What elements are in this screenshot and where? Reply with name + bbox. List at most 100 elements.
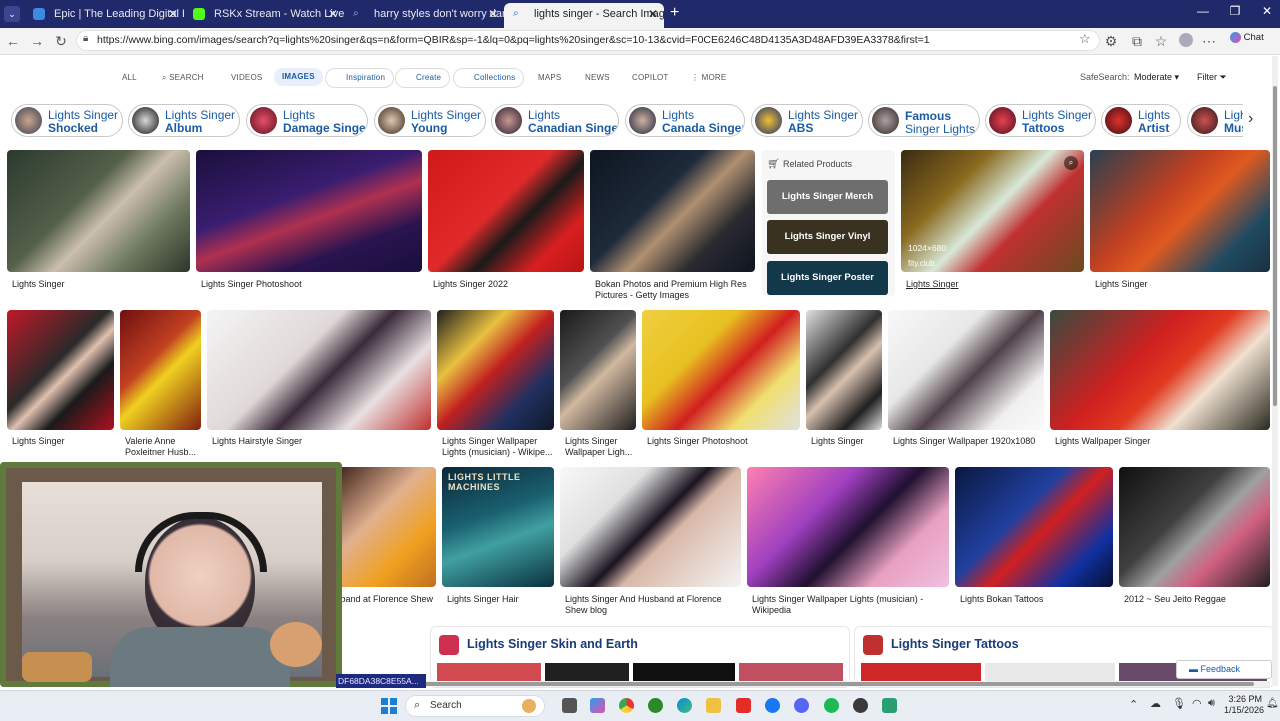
back-icon[interactable]: ← <box>4 32 22 50</box>
image-caption[interactable]: Lights Bokan Tattoos <box>960 594 1043 605</box>
image-caption[interactable]: Lights Singer 2022 <box>433 279 508 290</box>
app-icon[interactable] <box>882 698 897 713</box>
scope-news[interactable]: NEWS <box>585 73 610 82</box>
image-result[interactable] <box>1050 310 1270 430</box>
tab-lights-singer[interactable]: ⌕ lights singer - Search Images ✕ <box>504 3 664 28</box>
image-result[interactable] <box>7 150 190 272</box>
chip-canadian-singer[interactable]: Lights Canadian Singer <box>491 104 619 137</box>
image-caption[interactable]: Lights Singer Photoshoot <box>647 436 748 447</box>
scope-images[interactable]: IMAGES <box>274 68 323 86</box>
favorite-star-icon[interactable]: ☆ <box>1079 31 1091 47</box>
image-caption[interactable]: Lights Singer <box>811 436 864 447</box>
feedback-button[interactable]: ▬ Feedback <box>1176 660 1272 679</box>
microphone-icon[interactable]: 🎙︎ <box>1172 697 1186 710</box>
image-caption[interactable]: Lights Singer Wallpaper Lights (musician… <box>752 594 947 616</box>
start-icon[interactable] <box>381 698 397 714</box>
image-caption[interactable]: Lights Singer <box>906 279 959 290</box>
related-product-vinyl[interactable]: Lights Singer Vinyl <box>767 220 888 254</box>
visual-search-icon[interactable]: ⌕ <box>1064 156 1078 170</box>
filter-button[interactable]: Filter ⏷ <box>1197 72 1227 83</box>
chip-canada-singer[interactable]: Lights Canada Singer <box>625 104 745 137</box>
chip-damage-singer[interactable]: Lights Damage Singer <box>246 104 368 137</box>
image-result[interactable] <box>207 310 431 430</box>
chevron-up-icon[interactable]: ⌃ <box>1129 698 1138 711</box>
favorites-icon[interactable]: ☆ <box>1152 32 1170 50</box>
chip-tattoos[interactable]: Lights Singer Tattoos <box>985 104 1096 137</box>
close-tab-icon[interactable]: ✕ <box>648 3 658 25</box>
chip-young[interactable]: Lights Singer Young <box>374 104 486 137</box>
image-caption[interactable]: Lights Singer Hair <box>447 594 519 605</box>
image-result[interactable] <box>428 150 584 272</box>
network-icon[interactable]: ☁ <box>1150 697 1161 710</box>
chip-abs[interactable]: Lights Singer ABS <box>751 104 863 137</box>
tab-harry-styles[interactable]: ⌕ harry styles don't worry darling - S ✕ <box>344 3 504 28</box>
scope-collections[interactable]: Collections <box>453 68 525 88</box>
chip-famous[interactable]: Famous Singer Lights <box>868 104 980 137</box>
image-result[interactable] <box>560 310 636 430</box>
image-result[interactable] <box>336 467 436 587</box>
image-caption[interactable]: Lights Hairstyle Singer <box>212 436 302 447</box>
collections-icon[interactable]: ⧉ <box>1128 32 1146 50</box>
taskbar-date[interactable]: 1/15/2026 <box>1224 705 1264 715</box>
image-caption[interactable]: Valerie Anne Poxleitner Husb... <box>125 436 201 458</box>
copilot-app-icon[interactable] <box>590 698 605 713</box>
taskbar-time[interactable]: 3:26 PM <box>1226 694 1262 704</box>
close-tab-icon[interactable]: ✕ <box>328 3 338 25</box>
image-result[interactable] <box>888 310 1044 430</box>
notifications-icon[interactable]: 🔔︎ <box>1266 698 1279 709</box>
wifi-icon[interactable]: ◠ <box>1192 697 1202 710</box>
image-result[interactable] <box>1090 150 1270 272</box>
image-result[interactable] <box>7 310 114 430</box>
profile-avatar[interactable] <box>1179 33 1193 47</box>
scope-copilot[interactable]: COPILOT <box>632 73 669 82</box>
maximize-icon[interactable]: ❐ <box>1220 4 1250 18</box>
related-product-merch[interactable]: Lights Singer Merch <box>767 180 888 214</box>
image-caption[interactable]: Lights Singer Photoshoot <box>201 279 302 290</box>
chip-album[interactable]: Lights Singer Album <box>128 104 240 137</box>
image-caption[interactable]: Lights Singer Wallpaper Ligh... <box>565 436 635 458</box>
related-card[interactable]: Lights Singer Skin and Earth <box>430 626 850 688</box>
close-tab-icon[interactable]: ✕ <box>168 3 178 25</box>
minimize-icon[interactable]: — <box>1188 4 1218 18</box>
youtube-icon[interactable] <box>736 698 751 713</box>
more-menu-icon[interactable]: ⋯ <box>1200 32 1218 50</box>
image-caption[interactable]: Lights Wallpaper Singer <box>1055 436 1150 447</box>
tab-epic[interactable]: Epic | The Leading Digital Library f ✕ <box>24 3 184 28</box>
image-result[interactable] <box>1119 467 1270 587</box>
edge-icon[interactable] <box>677 698 692 713</box>
vertical-scrollbar[interactable] <box>1272 56 1278 686</box>
image-caption[interactable]: Lights Singer Wallpaper 1920x1080 <box>893 436 1035 447</box>
tab-actions-icon[interactable]: ⌄ <box>4 6 20 22</box>
taskbar-search-box[interactable]: ⌕ Search <box>405 695 545 717</box>
image-result[interactable] <box>642 310 800 430</box>
safesearch-dropdown[interactable]: Moderate ▾ <box>1134 72 1179 83</box>
image-result[interactable] <box>590 150 755 272</box>
image-result[interactable] <box>437 310 554 430</box>
image-caption[interactable]: Lights Singer <box>12 279 65 290</box>
scope-all[interactable]: ALL <box>122 73 137 82</box>
related-product-poster[interactable]: Lights Singer Poster <box>767 261 888 295</box>
image-result[interactable] <box>955 467 1113 587</box>
copilot-chat-button[interactable]: Chat <box>1230 32 1264 43</box>
facebook-icon[interactable] <box>765 698 780 713</box>
scope-inspiration[interactable]: Inspiration <box>325 68 395 88</box>
forward-icon[interactable]: → <box>28 32 46 50</box>
chrome-icon[interactable] <box>619 698 634 713</box>
image-caption[interactable]: sband at Florence Shew <box>336 594 433 605</box>
scope-search[interactable]: ⌕ SEARCH <box>162 73 204 83</box>
chip-shocked[interactable]: Lights Singer Shocked <box>11 104 123 137</box>
chip-music[interactable]: LighMus <box>1187 104 1243 137</box>
scope-videos[interactable]: VIDEOS <box>231 73 262 82</box>
tab-kick[interactable]: RSKx Stream - Watch Live on Kick ✕ <box>184 3 344 28</box>
image-caption[interactable]: Lights Singer <box>12 436 65 447</box>
address-bar[interactable]: 🔒︎ https://www.bing.com/images/search?q=… <box>76 30 1100 51</box>
image-result[interactable] <box>806 310 882 430</box>
new-tab-icon[interactable]: + <box>670 4 679 22</box>
extensions-icon[interactable]: ⚙ <box>1102 32 1120 50</box>
discord-icon[interactable] <box>794 698 809 713</box>
obs-icon[interactable] <box>853 698 868 713</box>
close-window-icon[interactable]: ✕ <box>1252 4 1280 18</box>
image-result[interactable] <box>196 150 422 272</box>
xbox-icon[interactable] <box>648 698 663 713</box>
image-result-hovered[interactable]: ⌕ 1024×680 fity.club <box>901 150 1084 272</box>
